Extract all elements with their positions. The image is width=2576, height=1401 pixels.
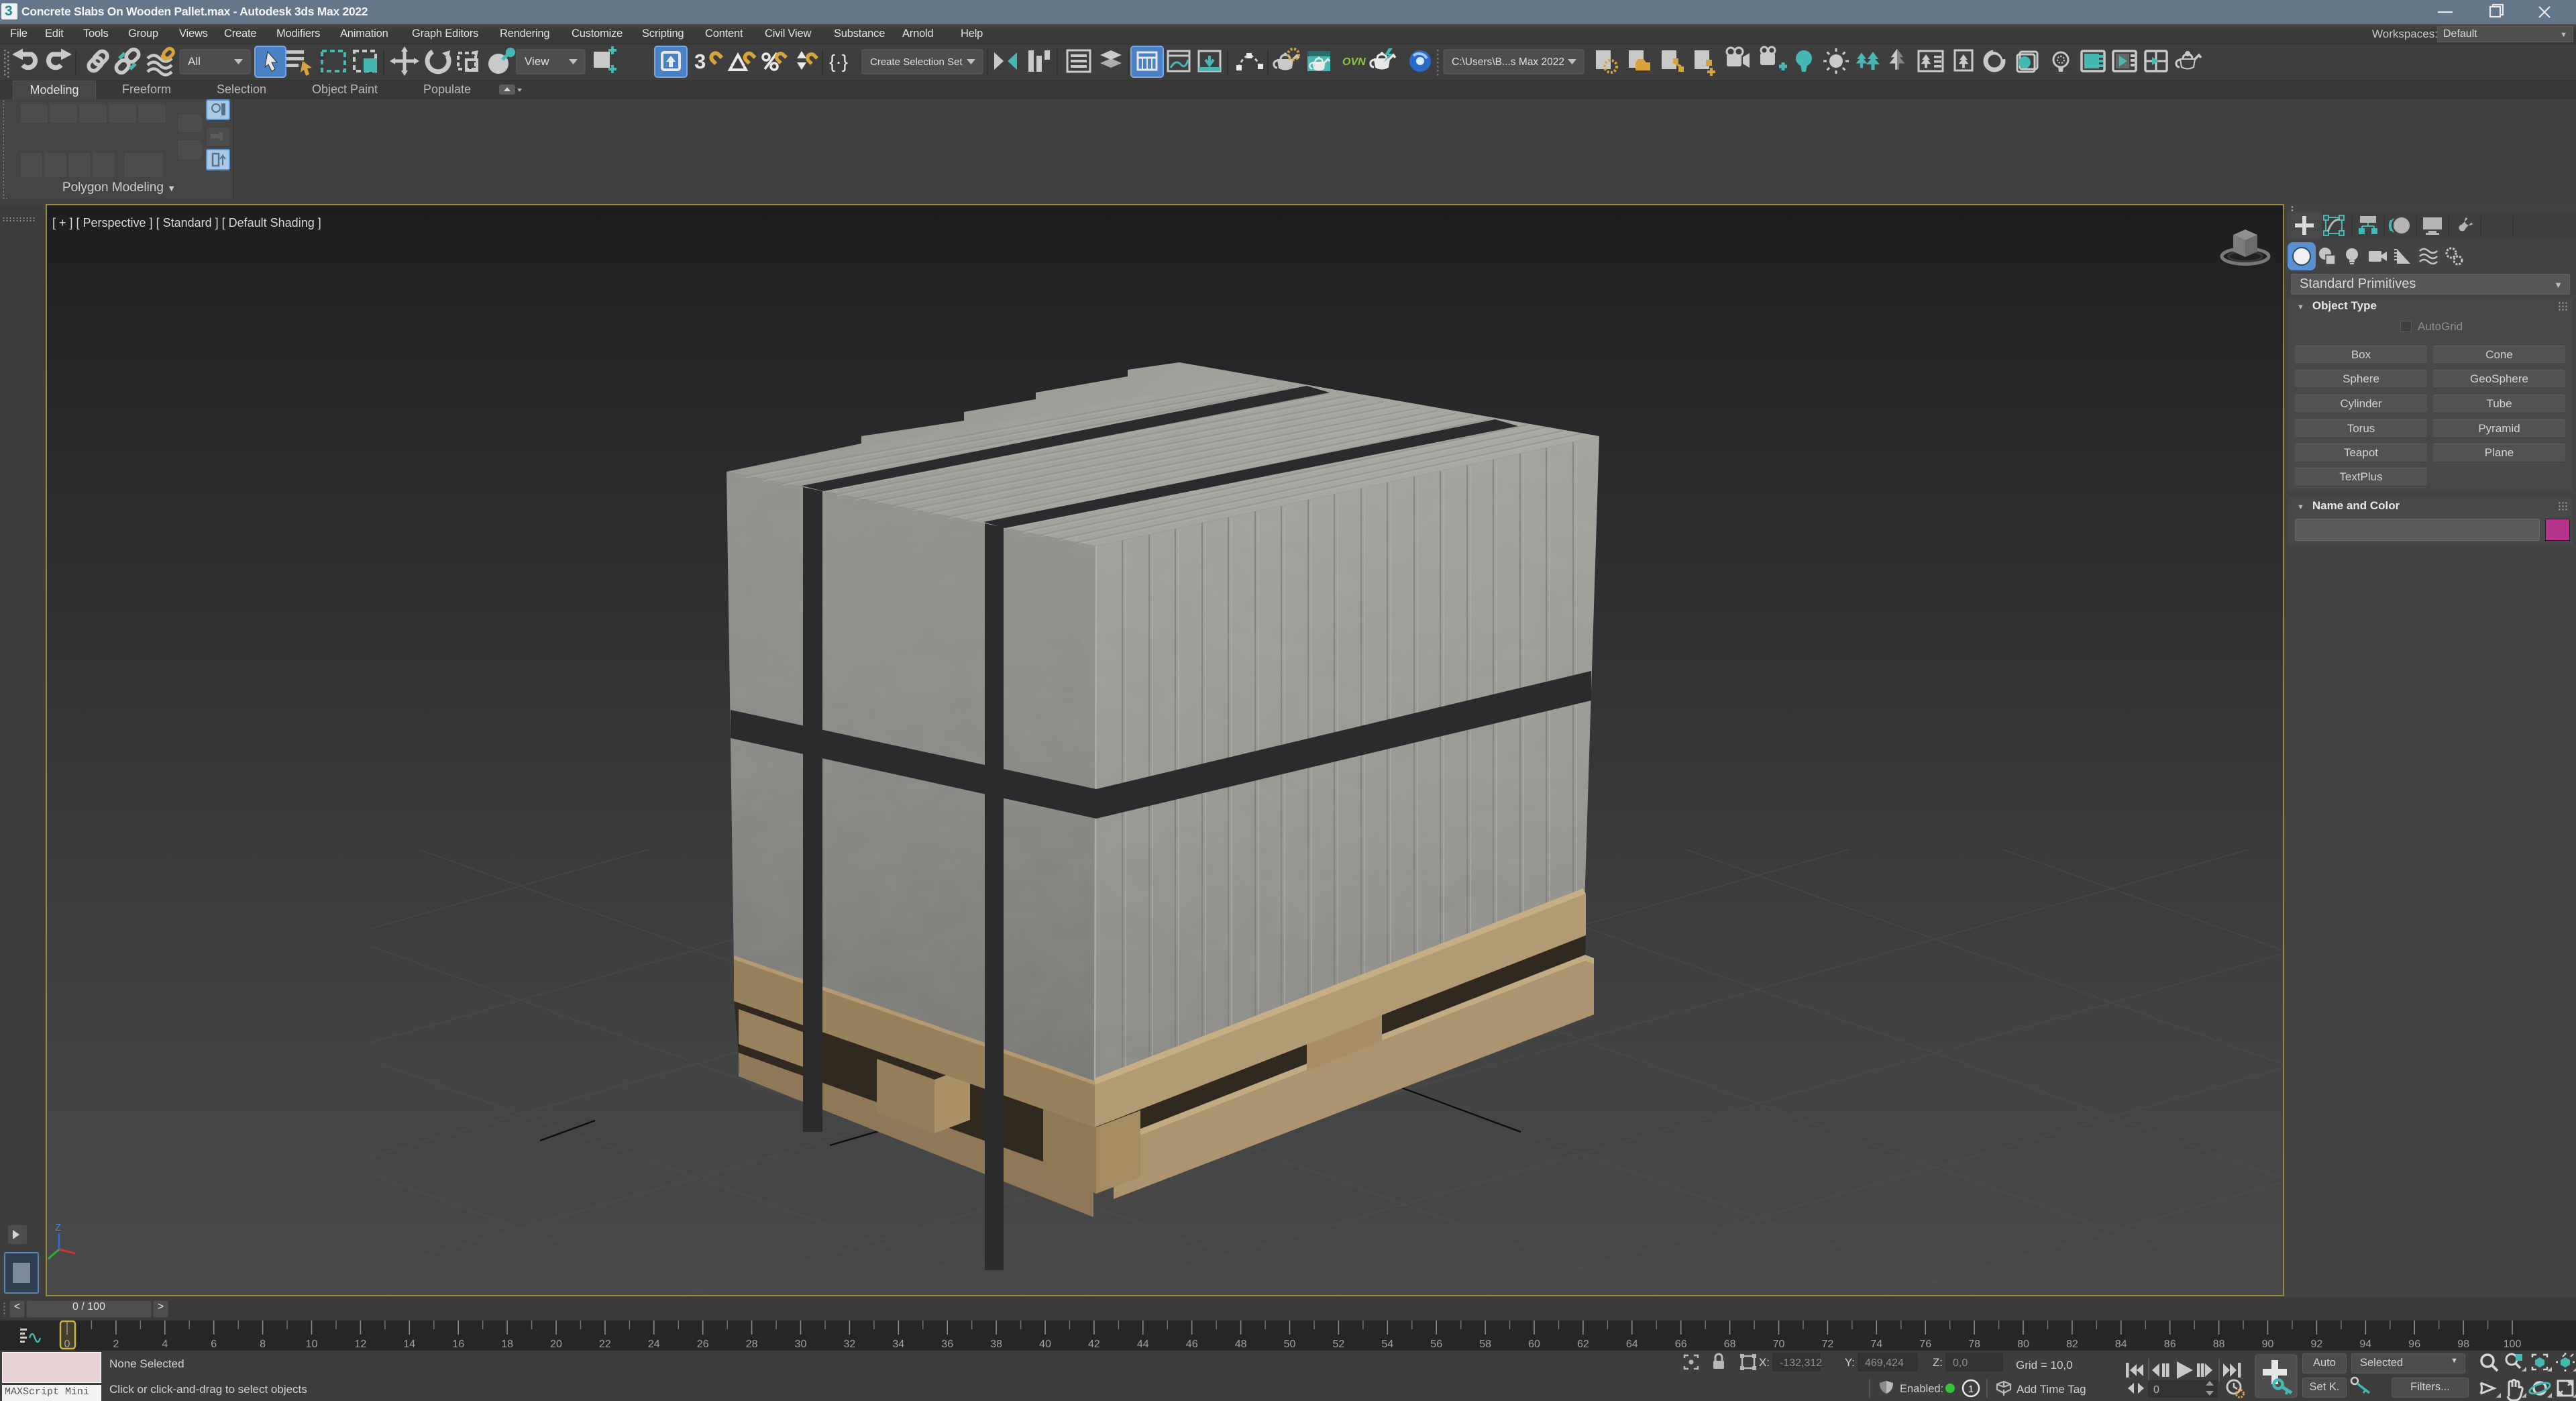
svg-text:24: 24: [648, 1339, 660, 1350]
svg-text:48: 48: [1235, 1339, 1247, 1350]
svg-text:{·}: {·}: [829, 51, 848, 72]
svg-text:78: 78: [1968, 1339, 1980, 1350]
svg-text:10: 10: [306, 1339, 318, 1350]
svg-text:Create Selection Set: Create Selection Set: [870, 56, 963, 68]
svg-text:Grid = 10,0: Grid = 10,0: [2016, 1359, 2073, 1371]
svg-text:94: 94: [2359, 1339, 2371, 1350]
svg-text:Z:: Z:: [1933, 1356, 1943, 1369]
svg-text:72: 72: [1822, 1339, 1834, 1350]
svg-text:80: 80: [2017, 1339, 2029, 1350]
svg-text:70: 70: [1773, 1339, 1785, 1350]
svg-text:92: 92: [2311, 1339, 2323, 1350]
svg-text:60: 60: [1528, 1339, 1540, 1350]
svg-text:76: 76: [1919, 1339, 1931, 1350]
svg-text:88: 88: [2213, 1339, 2225, 1350]
svg-text:C:\Users\B...s Max 2022: C:\Users\B...s Max 2022: [1452, 56, 1564, 68]
svg-text:96: 96: [2408, 1339, 2420, 1350]
svg-text:16: 16: [452, 1339, 464, 1350]
svg-text:32: 32: [844, 1339, 856, 1350]
svg-text:View: View: [525, 55, 549, 68]
svg-text:98: 98: [2457, 1339, 2469, 1350]
svg-text:20: 20: [550, 1339, 562, 1350]
svg-text:56: 56: [1430, 1339, 1442, 1350]
svg-text:Enabled:: Enabled:: [1900, 1383, 1943, 1395]
svg-text:82: 82: [2066, 1339, 2078, 1350]
svg-text:66: 66: [1675, 1339, 1687, 1350]
svg-text:OVN: OVN: [1342, 56, 1366, 68]
svg-text:46: 46: [1186, 1339, 1198, 1350]
svg-text:34: 34: [892, 1339, 904, 1350]
svg-text:42: 42: [1088, 1339, 1100, 1350]
svg-text:26: 26: [697, 1339, 709, 1350]
svg-text:18: 18: [501, 1339, 513, 1350]
svg-text:3: 3: [694, 50, 706, 73]
svg-text:84: 84: [2115, 1339, 2127, 1350]
svg-text:68: 68: [1724, 1339, 1736, 1350]
svg-text:74: 74: [1870, 1339, 1882, 1350]
svg-text:64: 64: [1626, 1339, 1638, 1350]
svg-text:-132,312: -132,312: [1780, 1357, 1822, 1369]
svg-text:2: 2: [113, 1339, 119, 1350]
svg-text:44: 44: [1137, 1339, 1149, 1350]
svg-text:Y:: Y:: [1845, 1356, 1855, 1369]
svg-text:54: 54: [1381, 1339, 1393, 1350]
svg-text:469,424: 469,424: [1865, 1357, 1904, 1369]
svg-text:100: 100: [2504, 1339, 2522, 1350]
svg-text:40: 40: [1039, 1339, 1051, 1350]
svg-text:12: 12: [355, 1339, 367, 1350]
svg-text:1: 1: [1968, 1384, 1974, 1395]
svg-text:38: 38: [990, 1339, 1002, 1350]
svg-text:22: 22: [599, 1339, 611, 1350]
svg-text:6: 6: [211, 1339, 217, 1350]
svg-text:0,0: 0,0: [1953, 1357, 1968, 1369]
svg-text:X:: X:: [1759, 1356, 1770, 1369]
svg-text:8: 8: [260, 1339, 266, 1350]
svg-text:58: 58: [1479, 1339, 1491, 1350]
svg-text:30: 30: [795, 1339, 807, 1350]
svg-text:28: 28: [746, 1339, 758, 1350]
svg-text:50: 50: [1284, 1339, 1296, 1350]
svg-text:0: 0: [2153, 1384, 2159, 1396]
svg-text:4: 4: [162, 1339, 168, 1350]
svg-text:14: 14: [403, 1339, 415, 1350]
svg-text:All: All: [188, 55, 201, 68]
svg-text:90: 90: [2262, 1339, 2274, 1350]
svg-text:36: 36: [941, 1339, 953, 1350]
svg-text:86: 86: [2164, 1339, 2176, 1350]
svg-text:62: 62: [1577, 1339, 1589, 1350]
svg-text:Add Time Tag: Add Time Tag: [2017, 1383, 2086, 1396]
svg-text:52: 52: [1333, 1339, 1345, 1350]
